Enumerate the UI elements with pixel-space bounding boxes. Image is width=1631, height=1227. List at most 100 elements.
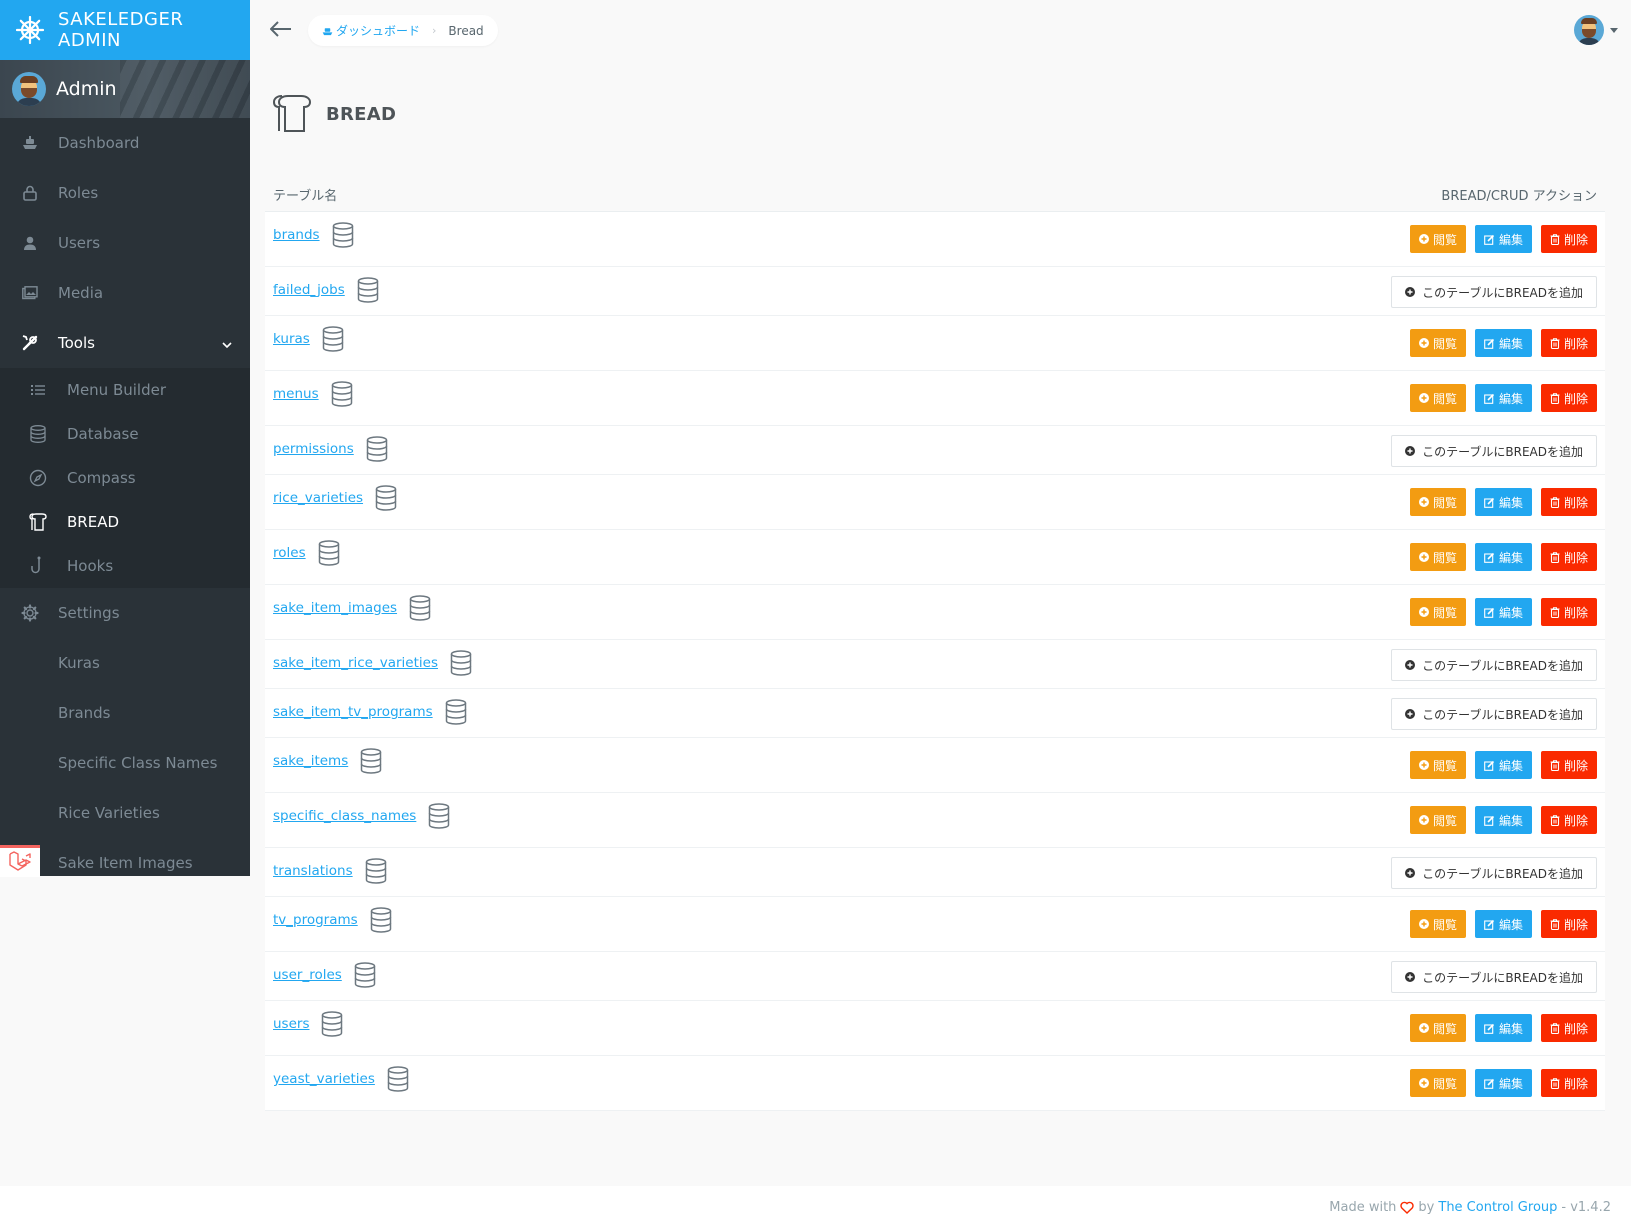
table-name-link[interactable]: users [273, 1011, 343, 1037]
sidebar-item-roles[interactable]: Roles [0, 168, 250, 218]
table-name-link[interactable]: specific_class_names [273, 803, 450, 829]
view-button[interactable]: 閲覧 [1409, 329, 1466, 357]
sidebar-item-menu-builder[interactable]: Menu Builder [0, 368, 250, 412]
database-icon[interactable] [322, 326, 344, 352]
add-bread-button[interactable]: このテーブルにBREADを追加 [1391, 649, 1597, 681]
database-icon[interactable] [445, 699, 467, 725]
edit-button[interactable]: 編集 [1474, 598, 1532, 626]
user-menu[interactable] [1574, 15, 1618, 45]
table-name-link[interactable]: tv_programs [273, 907, 392, 933]
database-icon[interactable] [321, 1011, 343, 1037]
edit-button[interactable]: 編集 [1474, 1069, 1532, 1097]
back-button[interactable] [268, 18, 294, 44]
table-name-link[interactable]: permissions [273, 436, 388, 462]
delete-button[interactable]: 削除 [1540, 751, 1597, 779]
sidebar-item-kuras[interactable]: Kuras [0, 638, 250, 688]
table-name-link[interactable]: sake_item_tv_programs [273, 699, 467, 725]
delete-button[interactable]: 削除 [1540, 384, 1597, 412]
view-button[interactable]: 閲覧 [1409, 1014, 1466, 1042]
delete-button[interactable]: 削除 [1540, 225, 1597, 253]
caret-down-icon [1610, 27, 1618, 33]
table-name-link[interactable]: rice_varieties [273, 485, 397, 511]
database-icon[interactable] [409, 595, 431, 621]
view-button[interactable]: 閲覧 [1409, 384, 1466, 412]
view-button[interactable]: 閲覧 [1409, 543, 1466, 571]
brand-header[interactable]: SAKELEDGER ADMIN [0, 0, 250, 60]
database-icon[interactable] [365, 858, 387, 884]
delete-button[interactable]: 削除 [1540, 1014, 1597, 1042]
table-name-link[interactable]: sake_items [273, 748, 382, 774]
edit-button[interactable]: 編集 [1474, 910, 1532, 938]
view-button[interactable]: 閲覧 [1409, 598, 1466, 626]
sidebar-item-specific-class-names[interactable]: Specific Class Names [0, 738, 250, 788]
view-button[interactable]: 閲覧 [1409, 488, 1466, 516]
delete-button[interactable]: 削除 [1540, 806, 1597, 834]
add-bread-button[interactable]: このテーブルにBREADを追加 [1391, 276, 1597, 308]
view-button[interactable]: 閲覧 [1409, 1069, 1466, 1097]
sidebar-item-compass[interactable]: Compass [0, 456, 250, 500]
table-name-link[interactable]: yeast_varieties [273, 1066, 409, 1092]
database-icon[interactable] [354, 962, 376, 988]
table-name-link[interactable]: kuras [273, 326, 344, 352]
sidebar-item-bread[interactable]: BREAD [0, 500, 250, 544]
delete-button[interactable]: 削除 [1540, 910, 1597, 938]
table-name-link[interactable]: brands [273, 222, 354, 248]
add-bread-button-label: このテーブルにBREADを追加 [1422, 444, 1583, 459]
database-icon[interactable] [318, 540, 340, 566]
delete-button[interactable]: 削除 [1540, 329, 1597, 357]
database-icon[interactable] [332, 222, 354, 248]
add-bread-button[interactable]: このテーブルにBREADを追加 [1391, 698, 1597, 730]
view-button[interactable]: 閲覧 [1409, 910, 1466, 938]
delete-button[interactable]: 削除 [1540, 543, 1597, 571]
laravel-debugbar-toggle[interactable] [0, 845, 40, 877]
view-button[interactable]: 閲覧 [1409, 225, 1466, 253]
sidebar-item-users[interactable]: Users [0, 218, 250, 268]
database-icon[interactable] [375, 485, 397, 511]
delete-button[interactable]: 削除 [1540, 598, 1597, 626]
table-name-link[interactable]: sake_item_images [273, 595, 431, 621]
table-name-link[interactable]: failed_jobs [273, 277, 379, 303]
edit-icon [1484, 760, 1495, 771]
table-name-label: rice_varieties [273, 490, 364, 506]
database-icon[interactable] [370, 907, 392, 933]
delete-button[interactable]: 削除 [1540, 1069, 1597, 1097]
delete-button[interactable]: 削除 [1540, 488, 1597, 516]
sidebar-item-rice-varieties[interactable]: Rice Varieties [0, 788, 250, 838]
sidebar-item-settings[interactable]: Settings [0, 588, 250, 638]
add-bread-button[interactable]: このテーブルにBREADを追加 [1391, 435, 1597, 467]
database-icon[interactable] [428, 803, 450, 829]
row-actions: 閲覧 編集 削除 [1401, 910, 1597, 938]
add-bread-button[interactable]: このテーブルにBREADを追加 [1391, 857, 1597, 889]
table-name-link[interactable]: roles [273, 540, 340, 566]
sidebar-profile[interactable]: Admin [0, 60, 250, 118]
sidebar-item-dashboard[interactable]: Dashboard [0, 118, 250, 168]
database-icon[interactable] [366, 436, 388, 462]
database-icon[interactable] [360, 748, 382, 774]
sidebar-item-hooks[interactable]: Hooks [0, 544, 250, 588]
table-name-link[interactable]: menus [273, 381, 353, 407]
sidebar-item-media[interactable]: Media [0, 268, 250, 318]
edit-button[interactable]: 編集 [1474, 751, 1532, 779]
edit-button[interactable]: 編集 [1474, 1014, 1532, 1042]
table-name-link[interactable]: user_roles [273, 962, 376, 988]
breadcrumb-home[interactable]: ダッシュボード [322, 22, 420, 39]
add-bread-button[interactable]: このテーブルにBREADを追加 [1391, 961, 1597, 993]
view-button[interactable]: 閲覧 [1409, 751, 1466, 779]
database-icon[interactable] [357, 277, 379, 303]
edit-button[interactable]: 編集 [1474, 329, 1532, 357]
database-icon[interactable] [387, 1066, 409, 1092]
edit-button[interactable]: 編集 [1474, 806, 1532, 834]
database-icon[interactable] [331, 381, 353, 407]
view-button[interactable]: 閲覧 [1409, 806, 1466, 834]
footer-company-link[interactable]: The Control Group [1438, 1200, 1557, 1215]
table-name-link[interactable]: sake_item_rice_varieties [273, 650, 472, 676]
edit-button[interactable]: 編集 [1474, 543, 1532, 571]
sidebar-item-tools[interactable]: Tools [0, 318, 250, 368]
edit-button[interactable]: 編集 [1474, 225, 1532, 253]
database-icon[interactable] [450, 650, 472, 676]
sidebar-item-database[interactable]: Database [0, 412, 250, 456]
sidebar-item-brands[interactable]: Brands [0, 688, 250, 738]
table-name-link[interactable]: translations [273, 858, 387, 884]
edit-button[interactable]: 編集 [1474, 384, 1532, 412]
edit-button[interactable]: 編集 [1474, 488, 1532, 516]
